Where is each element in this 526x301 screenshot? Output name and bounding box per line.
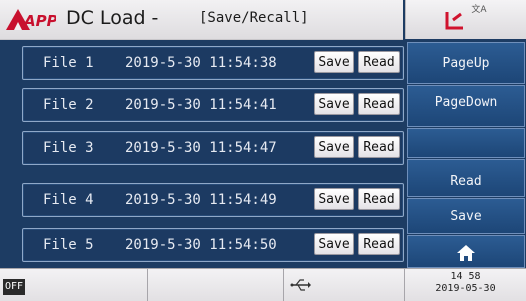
file-timestamp: 2019-5-30 11:54:38 <box>125 55 277 71</box>
status-bar: OFF 14 58 2019-05-30 <box>0 268 526 301</box>
save-button[interactable]: Save <box>314 93 354 115</box>
app-logo-icon: APP <box>6 9 56 30</box>
save-button[interactable]: Save <box>314 136 354 158</box>
read-button[interactable]: Read <box>358 233 400 255</box>
app-title: DC Load - <box>66 7 159 29</box>
language-text: 文A <box>471 5 487 15</box>
page-down-button[interactable]: PageDown <box>407 85 525 127</box>
save-button[interactable]: Save <box>314 51 354 73</box>
read-side-button[interactable]: Read <box>407 159 525 197</box>
status-divider <box>283 269 284 301</box>
file-row: File 5 2019-5-30 11:54:50 Save Read <box>22 228 404 262</box>
blank-button[interactable] <box>407 128 525 158</box>
page-up-button[interactable]: PageUp <box>407 42 525 84</box>
file-row: File 2 2019-5-30 11:54:41 Save Read <box>22 88 404 122</box>
file-timestamp: 2019-5-30 11:54:47 <box>125 140 277 156</box>
file-name: File 5 <box>43 237 94 253</box>
file-name: File 2 <box>43 97 94 113</box>
title-bar: APP DC Load - [Save/Recall] <box>0 0 403 40</box>
save-button[interactable]: Save <box>314 188 354 210</box>
file-row: File 4 2019-5-30 11:54:49 Save Read <box>22 183 404 217</box>
file-name: File 3 <box>43 140 94 156</box>
home-button[interactable] <box>407 235 525 268</box>
clock-time: 14 58 <box>450 271 481 282</box>
file-timestamp: 2019-5-30 11:54:49 <box>125 192 277 208</box>
file-timestamp: 2019-5-30 11:54:50 <box>125 237 277 253</box>
status-divider <box>147 269 148 301</box>
save-button[interactable]: Save <box>314 233 354 255</box>
usb-icon <box>290 279 311 291</box>
read-button[interactable]: Read <box>358 136 400 158</box>
logo-text: APP <box>23 12 56 30</box>
language-button[interactable]: 文A <box>405 0 526 39</box>
save-side-button[interactable]: Save <box>407 198 525 234</box>
output-state-badge: OFF <box>3 279 25 295</box>
screen: APP DC Load - [Save/Recall] 文A File 1 20… <box>0 0 526 300</box>
home-icon <box>457 245 475 261</box>
read-button[interactable]: Read <box>358 51 400 73</box>
file-timestamp: 2019-5-30 11:54:41 <box>125 97 277 113</box>
clock-date: 2019-05-30 <box>435 283 496 294</box>
file-name: File 4 <box>43 192 94 208</box>
file-row: File 3 2019-5-30 11:54:47 Save Read <box>22 131 404 165</box>
page-title: [Save/Recall] <box>199 10 309 26</box>
read-button[interactable]: Read <box>358 188 400 210</box>
file-row: File 1 2019-5-30 11:54:38 Save Read <box>22 46 404 80</box>
read-button[interactable]: Read <box>358 93 400 115</box>
file-name: File 1 <box>43 55 94 71</box>
